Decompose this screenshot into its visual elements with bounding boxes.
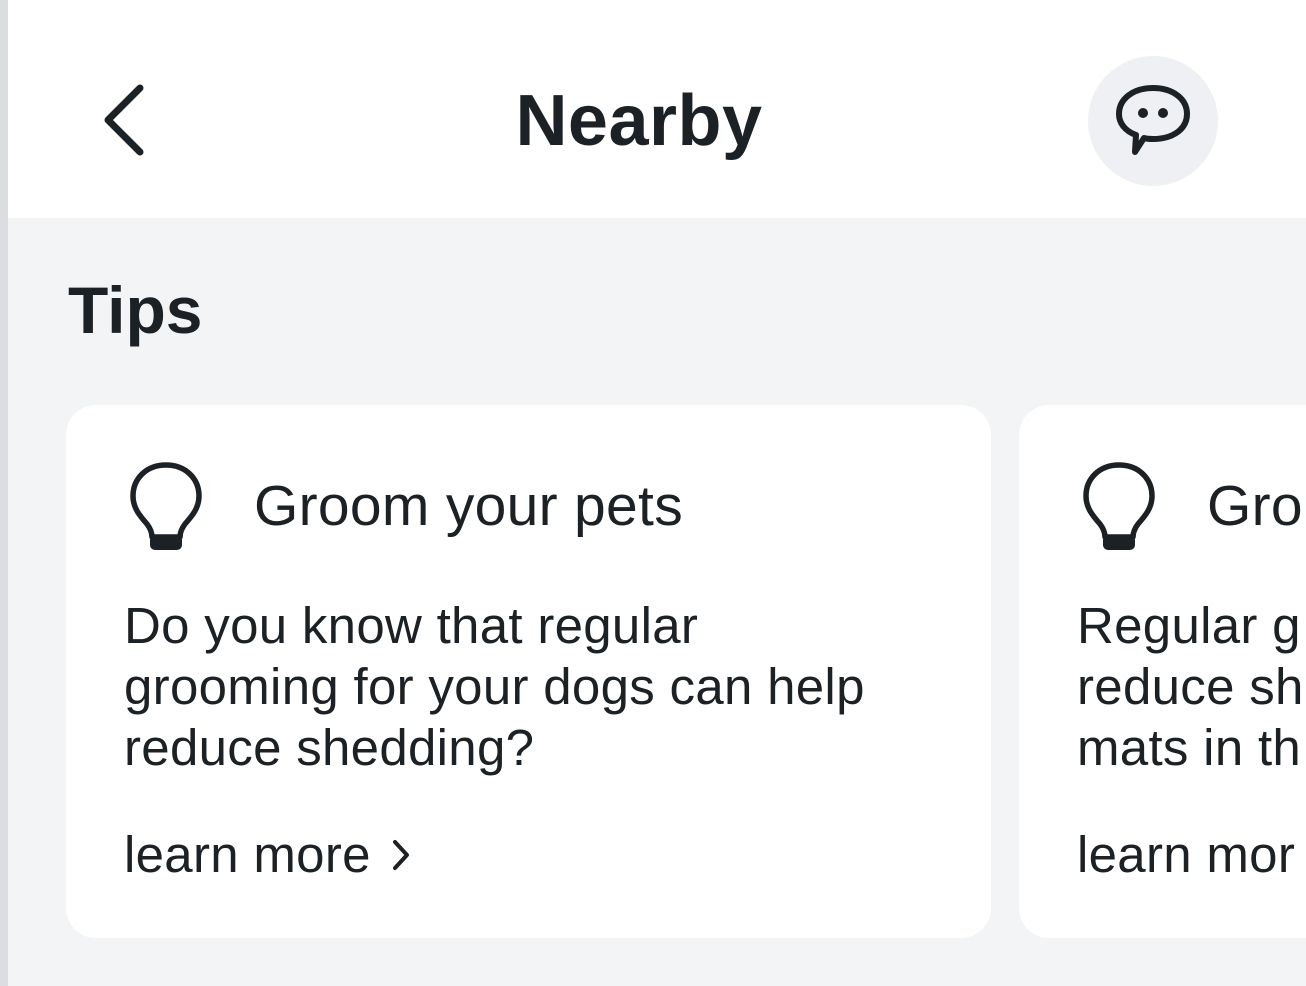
tip-card-body: Do you know that regular grooming for yo… <box>124 597 865 776</box>
chat-bubble-icon <box>1116 85 1190 155</box>
learn-more-link[interactable]: learn mor <box>1077 823 1295 887</box>
tip-card-body: Regular g reduce sh mats in th <box>1077 597 1304 776</box>
chat-button[interactable] <box>1088 56 1218 186</box>
lightbulb-icon <box>130 462 202 550</box>
learn-more-label: learn more <box>124 826 371 883</box>
learn-more-label: learn mor <box>1077 826 1296 883</box>
tips-section-title: Tips <box>68 273 203 347</box>
tip-card[interactable]: Groom your pets Do you know that regular… <box>66 405 991 938</box>
lightbulb-icon <box>1083 462 1155 550</box>
tip-card-title: Groom your pets <box>254 474 683 538</box>
top-bar: Nearby <box>8 0 1306 218</box>
tip-card[interactable]: Gro Regular g reduce sh mats in th learn… <box>1019 405 1306 938</box>
learn-more-link[interactable]: learn more <box>124 823 411 887</box>
chevron-right-icon <box>391 838 411 872</box>
screen: Nearby Tips Groom your pets Do you know … <box>8 0 1306 986</box>
tip-card-title: Gro <box>1207 474 1303 538</box>
page-title: Nearby <box>515 81 763 161</box>
